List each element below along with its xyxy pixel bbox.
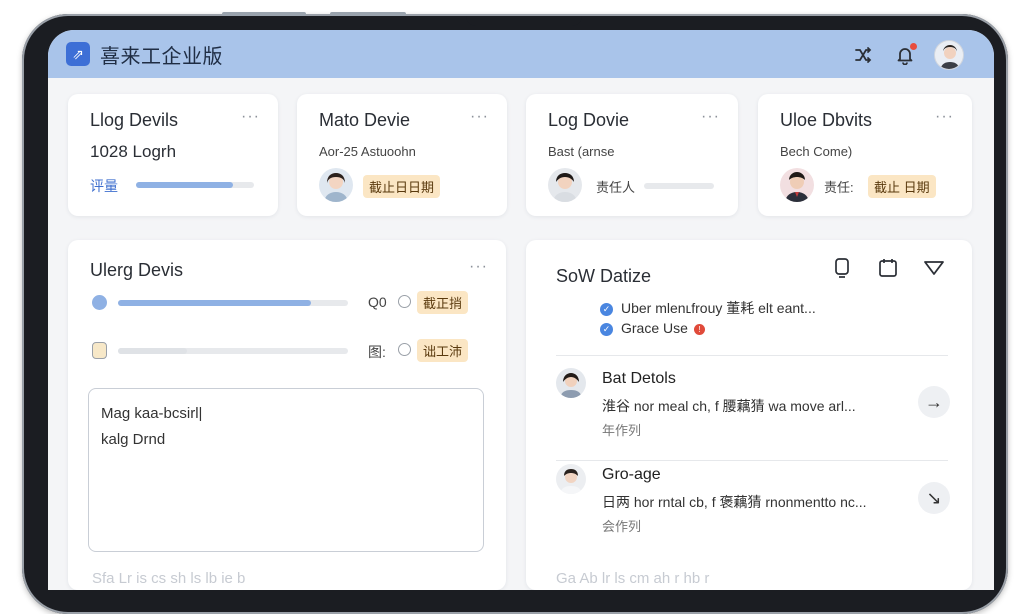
card-subtitle: 1028 Logrh xyxy=(90,142,177,161)
left-panel: Ulerg Devis ··· Q0 截正捎 图: 诎工沛 Sfa Lr is … xyxy=(68,240,506,590)
panel-title: SoW Datize xyxy=(556,266,652,286)
camera-notch xyxy=(466,16,582,26)
app-header: ⇗ 喜来工企业版 xyxy=(48,30,994,78)
check-icon: ✓ xyxy=(600,322,613,336)
card-uloe-dbvits[interactable]: Uloe Dbvits ··· Bech Come) 责任: 截止 日期 xyxy=(758,94,972,216)
top-button-left xyxy=(222,12,306,16)
task-progress-fill xyxy=(118,348,187,354)
card-title: Uloe Dbvits xyxy=(780,110,873,130)
app-screen: ⇗ 喜来工企业版 Llog Devils ··· 1028 Logrh 评量 M… xyxy=(48,30,994,590)
card-log-dovie[interactable]: Log Dovie ··· Bast (arnse 责任人 xyxy=(526,94,738,216)
task-tag: 截正捎 xyxy=(417,291,469,314)
more-options-icon[interactable]: ··· xyxy=(470,108,489,126)
card-subtitle: Bast (arnse xyxy=(548,144,615,159)
more-options-icon[interactable]: ··· xyxy=(241,108,260,126)
task-progress-bar xyxy=(118,348,348,354)
open-arrow-icon[interactable]: → xyxy=(918,386,950,418)
task-progress-fill xyxy=(118,300,312,306)
card-title: Mato Devie xyxy=(319,110,411,130)
clock-icon xyxy=(398,295,411,308)
card-subtitle: Aor-25 Astuoohn xyxy=(319,144,416,159)
list-item[interactable]: Gro-age 日两 hor rntal cb, f 褒藕猜 rnonmentt… xyxy=(526,460,972,550)
contact-avatar xyxy=(556,464,586,494)
message-snippet: 淮谷 nor meal ch, f 腰藕猜 wa move arl... xyxy=(602,398,856,414)
check-item[interactable]: ✓ Uber mlenʟfrouy 董耗 elt eant... xyxy=(600,298,816,318)
calendar-icon[interactable] xyxy=(876,256,900,280)
deadline-tag: 截止 日期 xyxy=(868,175,936,198)
phone-icon[interactable] xyxy=(830,256,854,280)
assignee-avatar xyxy=(548,168,582,202)
message-snippet: 日两 hor rntal cb, f 褒藕猜 rnonmentto nc... xyxy=(602,494,867,510)
truncated-footer-text: Ga Ab lr ls cm ah r hb r xyxy=(556,570,710,587)
app-title: 喜来工企业版 xyxy=(100,45,223,68)
user-avatar[interactable] xyxy=(934,40,964,70)
notification-dot xyxy=(910,43,917,50)
list-item[interactable]: Bat Detols 淮谷 nor meal ch, f 腰藕猜 wa move… xyxy=(526,364,972,454)
bell-icon[interactable] xyxy=(892,42,918,68)
panel-toolbar xyxy=(830,256,946,280)
truncated-footer-text: Sfa Lr is cs sh ls lb ie b xyxy=(92,570,246,587)
error-icon: ! xyxy=(693,323,705,335)
task-tag: 诎工沛 xyxy=(417,339,469,362)
progress-bar-fill xyxy=(136,182,233,188)
notes-textarea[interactable] xyxy=(88,388,484,552)
value-label: Q0 xyxy=(368,294,387,310)
check-item[interactable]: ✓ Grace Use! xyxy=(600,320,705,336)
status-dot-icon xyxy=(92,295,107,310)
placeholder-bar xyxy=(644,183,714,189)
check-item-text: Grace Use xyxy=(621,320,688,336)
card-subtitle: Bech Come) xyxy=(780,144,853,159)
task-progress-bar xyxy=(118,300,348,306)
card-mato-devie[interactable]: Mato Devie ··· Aor-25 Astuoohn 截止日日期 xyxy=(297,94,507,216)
task-row[interactable]: 图: 诎工沛 xyxy=(68,338,506,364)
shuffle-icon[interactable] xyxy=(850,42,876,68)
header-actions xyxy=(850,40,964,70)
message-meta: 会作列 xyxy=(602,519,642,534)
assignee-label: 责任: xyxy=(824,180,854,195)
task-row[interactable]: Q0 截正捎 xyxy=(68,290,506,316)
divider xyxy=(556,355,948,356)
card-title: Llog Devils xyxy=(90,110,179,130)
more-options-icon[interactable]: ··· xyxy=(701,108,720,126)
check-icon: ✓ xyxy=(600,302,613,316)
more-options-icon[interactable]: ··· xyxy=(469,258,488,276)
contact-avatar xyxy=(556,368,586,398)
progress-bar xyxy=(136,182,254,188)
card-title: Log Dovie xyxy=(548,110,630,130)
message-meta: 年作列 xyxy=(602,423,642,438)
app-logo-icon[interactable]: ⇗ xyxy=(66,42,90,66)
contact-name: Gro-age xyxy=(602,466,661,483)
clock-icon xyxy=(398,343,411,356)
value-label: 图: xyxy=(368,344,386,360)
filter-icon[interactable] xyxy=(922,256,946,280)
open-arrow-icon[interactable]: ↘ xyxy=(918,482,950,514)
document-icon xyxy=(92,342,107,359)
contact-name: Bat Detols xyxy=(602,370,676,387)
top-button-right xyxy=(330,12,406,16)
panel-title: Ulerg Devis xyxy=(90,260,184,280)
progress-label: 评量 xyxy=(90,178,118,194)
assignee-label: 责任人 xyxy=(596,180,636,195)
assignee-avatar xyxy=(319,168,353,202)
check-item-text: Uber mlenʟfrouy 董耗 elt eant... xyxy=(621,300,816,316)
assignee-avatar xyxy=(780,168,814,202)
card-llog-devils[interactable]: Llog Devils ··· 1028 Logrh 评量 xyxy=(68,94,278,216)
more-options-icon[interactable]: ··· xyxy=(935,108,954,126)
right-panel: SoW Datize ✓ Uber mlenʟfrouy 董耗 elt eant.… xyxy=(526,240,972,590)
deadline-tag: 截止日日期 xyxy=(363,175,441,198)
